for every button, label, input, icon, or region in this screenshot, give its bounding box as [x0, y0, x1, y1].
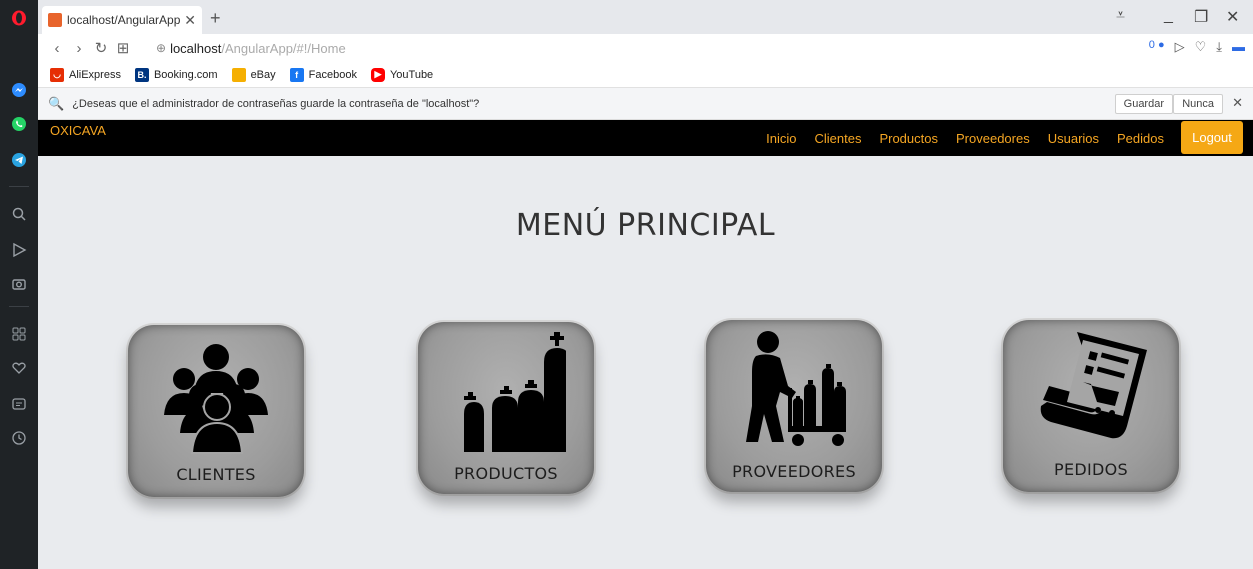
- url-field[interactable]: ⊕ localhost/AngularApp/#!/Home: [156, 37, 1186, 59]
- nav-usuarios[interactable]: Usuarios: [1039, 131, 1108, 146]
- bookmark-youtube[interactable]: ▶ YouTube: [370, 67, 433, 82]
- card-proveedores[interactable]: PROVEEDORES: [706, 320, 882, 492]
- youtube-icon: ▶: [370, 67, 385, 82]
- ebay-icon: [231, 67, 246, 82]
- opera-logo-icon[interactable]: [9, 8, 29, 28]
- nav-inicio[interactable]: Inicio: [757, 131, 805, 146]
- bookmark-ebay[interactable]: eBay: [231, 67, 276, 82]
- address-bar-actions: 0 ● ▷ ♡ ⤓ ▬: [1149, 39, 1245, 55]
- bookmark-facebook[interactable]: f Facebook: [289, 67, 357, 82]
- card-clientes[interactable]: CLIENTES: [128, 325, 304, 497]
- logout-button[interactable]: Logout: [1181, 121, 1243, 154]
- bookmark-booking[interactable]: B. Booking.com: [134, 67, 218, 82]
- bookmark-aliexpress[interactable]: ◡ AliExpress: [50, 67, 121, 82]
- users-group-icon: [164, 344, 268, 454]
- vpn-badge[interactable]: 0 ●: [1149, 39, 1165, 55]
- telegram-icon[interactable]: [9, 150, 29, 170]
- nav-pedidos[interactable]: Pedidos: [1108, 131, 1173, 146]
- close-window-icon[interactable]: ✕: [1226, 7, 1239, 27]
- address-bar-row: ‹ › ↻ ⊞ ⊕ localhost/AngularApp/#!/Home 0…: [38, 34, 1253, 62]
- nav-productos[interactable]: Productos: [870, 131, 947, 146]
- heart-bookmark-icon[interactable]: ♡: [1195, 39, 1207, 55]
- minimize-icon[interactable]: _: [1164, 7, 1173, 25]
- flow-send-icon[interactable]: [9, 240, 29, 260]
- reload-icon[interactable]: ↻: [90, 39, 112, 57]
- url-path: /AngularApp/#!/Home: [221, 40, 346, 56]
- page-title: MENÚ PRINCIPAL: [515, 208, 776, 243]
- app-navbar: OXICAVA Inicio Clientes Productos Provee…: [38, 120, 1253, 156]
- facebook-icon: f: [289, 67, 304, 82]
- flow-send-icon[interactable]: ▷: [1175, 39, 1185, 55]
- whatsapp-icon[interactable]: [9, 114, 29, 134]
- password-save-bar: 🔍 ¿Deseas que el administrador de contra…: [38, 88, 1253, 120]
- aliexpress-icon: ◡: [50, 67, 64, 82]
- opera-sidebar: [0, 0, 38, 569]
- card-productos[interactable]: PRODUCTOS: [418, 322, 594, 494]
- nav-clientes[interactable]: Clientes: [805, 131, 870, 146]
- card-label: CLIENTES: [176, 465, 256, 484]
- gas-cylinders-icon: [464, 332, 566, 452]
- new-tab-icon[interactable]: +: [210, 8, 221, 29]
- forward-icon[interactable]: ›: [68, 40, 90, 57]
- tab-favicon-icon: [48, 13, 62, 27]
- snapshot-camera-icon[interactable]: [9, 274, 29, 294]
- history-clock-icon[interactable]: [9, 428, 29, 448]
- card-label: PEDIDOS: [1054, 460, 1128, 479]
- never-save-button[interactable]: Nunca: [1173, 94, 1223, 114]
- restore-icon[interactable]: ❐: [1194, 7, 1208, 27]
- tab-title: localhost/AngularApp/#!/: [67, 13, 181, 27]
- tab-menu-icon[interactable]: ⩡: [1116, 7, 1125, 25]
- browser-tab[interactable]: localhost/AngularApp/#!/ ✕: [42, 6, 202, 34]
- heart-bookmarks-icon[interactable]: [9, 358, 29, 378]
- save-password-button[interactable]: Guardar: [1114, 94, 1173, 114]
- booking-icon: B.: [134, 67, 149, 82]
- password-prompt-text: ¿Deseas que el administrador de contrase…: [72, 97, 480, 110]
- close-bar-icon[interactable]: ✕: [1232, 95, 1243, 111]
- download-icon[interactable]: ⤓: [1216, 39, 1222, 55]
- messenger-icon[interactable]: [9, 80, 29, 100]
- nav-links: Inicio Clientes Productos Proveedores Us…: [757, 120, 1173, 156]
- order-receipt-icon: [1040, 332, 1147, 439]
- sidebar-divider: [9, 186, 29, 187]
- back-icon[interactable]: ‹: [46, 40, 68, 57]
- tab-close-icon[interactable]: ✕: [184, 12, 196, 29]
- card-label: PROVEEDORES: [732, 462, 856, 481]
- worker-cart-icon: [746, 331, 846, 446]
- nav-proveedores[interactable]: Proveedores: [947, 131, 1039, 146]
- sidebar-divider: [9, 306, 29, 307]
- key-icon: 🔍: [48, 95, 65, 111]
- card-label: PRODUCTOS: [454, 464, 558, 483]
- battery-icon[interactable]: ▬: [1232, 39, 1245, 55]
- tabs-grid-icon[interactable]: ⊞: [112, 39, 134, 57]
- url-host: localhost: [170, 40, 222, 56]
- tab-strip: localhost/AngularApp/#!/ ✕ + ⩡ _ ❐ ✕: [38, 0, 1253, 34]
- bookmarks-bar: ◡ AliExpress B. Booking.com eBay f Faceb…: [38, 62, 1253, 88]
- globe-icon: ⊕: [156, 41, 167, 55]
- browser-window: localhost/AngularApp/#!/ ✕ + ⩡ _ ❐ ✕ ‹ ›…: [0, 0, 1253, 569]
- brand-logo[interactable]: OXICAVA: [50, 123, 106, 138]
- speed-dial-icon[interactable]: [9, 324, 29, 344]
- personal-news-icon[interactable]: [9, 394, 29, 414]
- search-icon[interactable]: [9, 204, 29, 224]
- card-pedidos[interactable]: PEDIDOS: [1003, 320, 1179, 492]
